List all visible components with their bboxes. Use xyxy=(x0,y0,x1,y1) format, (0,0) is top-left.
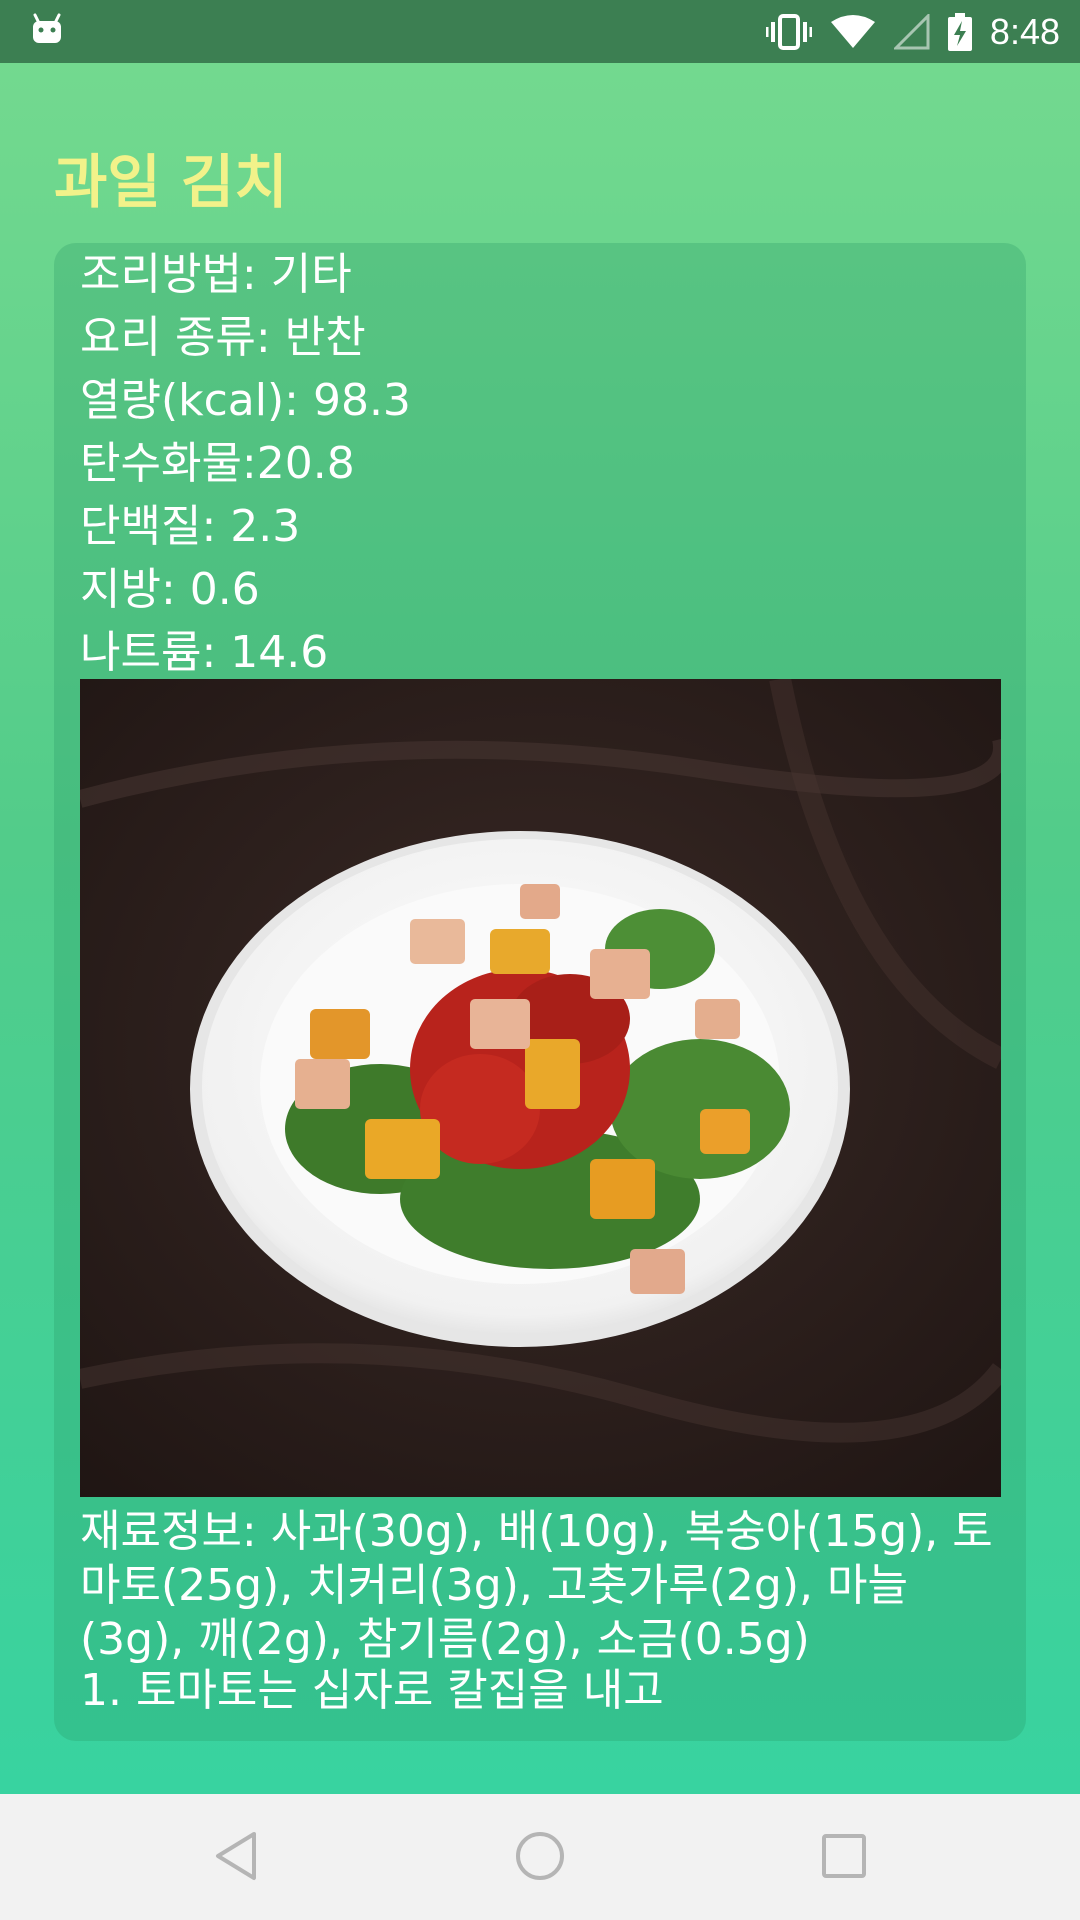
android-icon xyxy=(33,13,61,43)
status-bar: 8:48 xyxy=(0,0,1080,63)
protein: 단백질: 2.3 xyxy=(80,501,301,552)
dish-photo xyxy=(80,679,1001,1497)
recipe-step: 1. 토마토는 십자로 칼집을 내고 xyxy=(80,1665,664,1716)
recents-icon[interactable] xyxy=(812,1824,876,1888)
battery-charging-icon xyxy=(947,12,972,51)
dish-type: 요리 종류: 반찬 xyxy=(80,312,366,363)
wifi-icon xyxy=(830,14,875,48)
recipe-card[interactable]: 조리방법: 기타 요리 종류: 반찬 열량(kcal): 98.3 탄수화물:2… xyxy=(54,243,1026,1741)
sodium: 나트륨: 14.6 xyxy=(80,627,329,678)
navigation-bar xyxy=(0,1794,1080,1920)
signal-icon xyxy=(893,13,930,49)
recipe-title: 과일 김치 xyxy=(54,148,288,216)
vibrate-icon xyxy=(765,13,812,50)
app-content: 과일 김치 조리방법: 기타 요리 종류: 반찬 열량(kcal): 98.3 … xyxy=(0,63,1080,1794)
cooking-method: 조리방법: 기타 xyxy=(80,249,352,300)
status-time: 8:48 xyxy=(989,10,1060,52)
calories: 열량(kcal): 98.3 xyxy=(80,375,411,426)
back-icon[interactable] xyxy=(204,1824,268,1888)
ingredients-info: 재료정보: 사과(30g), 배(10g), 복숭아(15g), 토마토(25g… xyxy=(80,1506,993,1665)
fat: 지방: 0.6 xyxy=(80,564,260,615)
carbohydrates: 탄수화물:20.8 xyxy=(80,438,355,489)
home-icon[interactable] xyxy=(508,1824,572,1888)
